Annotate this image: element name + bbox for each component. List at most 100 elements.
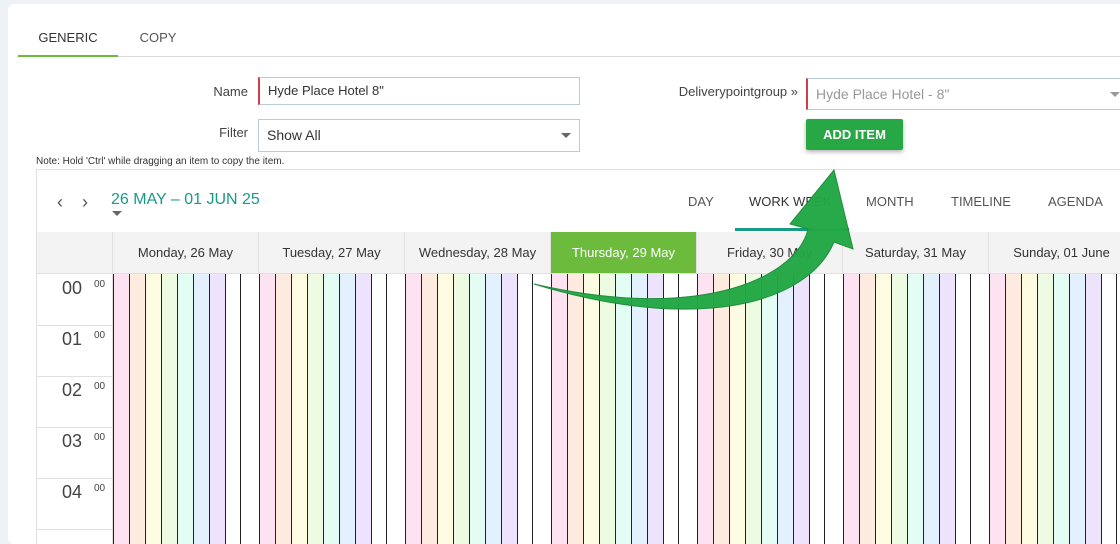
view-timeline[interactable]: TIMELINE: [951, 194, 1011, 209]
chevron-down-icon: [1110, 92, 1120, 97]
resource-stripe[interactable]: [697, 274, 713, 544]
minute-label: 00: [94, 432, 106, 443]
resource-stripe[interactable]: [355, 274, 371, 544]
resource-stripe[interactable]: [761, 274, 777, 544]
view-agenda[interactable]: AGENDA: [1048, 194, 1103, 209]
tab-copy[interactable]: COPY: [118, 4, 198, 55]
resource-stripe[interactable]: [1101, 274, 1117, 544]
filter-select[interactable]: Show All: [258, 119, 580, 152]
resource-stripe[interactable]: [485, 274, 501, 544]
resource-stripe[interactable]: [371, 274, 387, 544]
day-column[interactable]: [112, 274, 258, 544]
day-column[interactable]: [842, 274, 988, 544]
day-column[interactable]: [404, 274, 550, 544]
resource-stripe[interactable]: [713, 274, 729, 544]
resource-stripe[interactable]: [907, 274, 923, 544]
resource-stripe[interactable]: [453, 274, 469, 544]
resource-stripe[interactable]: [859, 274, 875, 544]
resource-stripe[interactable]: [501, 274, 517, 544]
date-range[interactable]: 26 MAY – 01 JUN 25: [111, 191, 260, 209]
day-column[interactable]: [696, 274, 842, 544]
resource-stripe[interactable]: [955, 274, 971, 544]
prev-icon[interactable]: ‹: [57, 192, 63, 213]
deliverypointgroup-select[interactable]: Hyde Place Hotel - 8": [806, 78, 1120, 110]
resource-stripe[interactable]: [405, 274, 421, 544]
resource-stripe[interactable]: [809, 274, 825, 544]
resource-stripe[interactable]: [745, 274, 761, 544]
resource-stripe[interactable]: [843, 274, 859, 544]
day-header[interactable]: Sunday, 01 June: [988, 232, 1120, 274]
resource-stripe[interactable]: [1037, 274, 1053, 544]
resource-stripe[interactable]: [517, 274, 533, 544]
hour-label: 01: [62, 329, 83, 349]
hour-row: 01 00: [37, 325, 112, 377]
resource-stripe[interactable]: [1021, 274, 1037, 544]
day-column[interactable]: [988, 274, 1120, 544]
day-header[interactable]: Saturday, 31 May: [842, 232, 988, 274]
resource-stripe[interactable]: [891, 274, 907, 544]
day-header[interactable]: Thursday, 29 May: [550, 232, 696, 274]
resource-stripe[interactable]: [259, 274, 275, 544]
resource-stripe[interactable]: [615, 274, 631, 544]
resource-stripe[interactable]: [323, 274, 339, 544]
resource-stripe[interactable]: [145, 274, 161, 544]
minute-label: 00: [94, 279, 106, 290]
resource-stripe[interactable]: [1069, 274, 1085, 544]
resource-stripe[interactable]: [989, 274, 1005, 544]
resource-stripe[interactable]: [113, 274, 129, 544]
resource-stripe[interactable]: [275, 274, 291, 544]
resource-stripe[interactable]: [421, 274, 437, 544]
minute-label: 00: [94, 381, 106, 392]
tab-bar: GENERIC COPY: [18, 4, 1120, 57]
resource-stripe[interactable]: [307, 274, 323, 544]
resource-stripe[interactable]: [777, 274, 793, 544]
resource-stripe[interactable]: [939, 274, 955, 544]
next-icon[interactable]: ›: [82, 192, 88, 213]
resource-stripe[interactable]: [599, 274, 615, 544]
resource-stripe[interactable]: [161, 274, 177, 544]
day-header[interactable]: Friday, 30 May: [696, 232, 842, 274]
resource-stripe[interactable]: [1053, 274, 1069, 544]
resource-stripe[interactable]: [631, 274, 647, 544]
hour-row: 03 00: [37, 427, 112, 479]
active-view-indicator: [735, 228, 849, 231]
resource-stripe[interactable]: [193, 274, 209, 544]
resource-stripe[interactable]: [729, 274, 745, 544]
resource-stripe[interactable]: [291, 274, 307, 544]
resource-stripe[interactable]: [469, 274, 485, 544]
resource-stripe[interactable]: [647, 274, 663, 544]
hour-label: 03: [62, 431, 83, 451]
tab-generic[interactable]: GENERIC: [18, 4, 118, 57]
view-work-week[interactable]: WORK WEEK: [749, 194, 831, 209]
deliverypointgroup-value: Hyde Place Hotel - 8": [816, 86, 950, 102]
resource-stripe[interactable]: [1005, 274, 1021, 544]
resource-stripe[interactable]: [225, 274, 241, 544]
resource-stripe[interactable]: [551, 274, 567, 544]
resource-stripe[interactable]: [339, 274, 355, 544]
resource-stripe[interactable]: [875, 274, 891, 544]
day-header[interactable]: Monday, 26 May: [112, 232, 258, 274]
day-header[interactable]: Wednesday, 28 May: [404, 232, 550, 274]
resource-stripe[interactable]: [209, 274, 225, 544]
resource-stripe[interactable]: [437, 274, 453, 544]
day-column[interactable]: [258, 274, 404, 544]
resource-stripe[interactable]: [177, 274, 193, 544]
resource-stripe[interactable]: [583, 274, 599, 544]
scheduler: ‹ › 26 MAY – 01 JUN 25 DAY WORK WEEK MON…: [36, 169, 1120, 544]
day-header[interactable]: Tuesday, 27 May: [258, 232, 404, 274]
resource-stripe[interactable]: [923, 274, 939, 544]
resource-stripe[interactable]: [793, 274, 809, 544]
resource-stripe[interactable]: [1085, 274, 1101, 544]
resource-stripe[interactable]: [129, 274, 145, 544]
page-frame: GENERIC COPY Name Hyde Place Hotel 8" Fi…: [8, 4, 1120, 544]
name-input[interactable]: Hyde Place Hotel 8": [258, 77, 580, 105]
resource-stripe[interactable]: [567, 274, 583, 544]
hour-label: 00: [62, 278, 83, 298]
caret-down-icon[interactable]: [112, 211, 122, 216]
view-month[interactable]: MONTH: [866, 194, 914, 209]
view-day[interactable]: DAY: [688, 194, 714, 209]
minute-label: 00: [94, 483, 106, 494]
add-item-button[interactable]: ADD ITEM: [806, 119, 903, 150]
resource-stripe[interactable]: [663, 274, 679, 544]
day-column[interactable]: [550, 274, 696, 544]
